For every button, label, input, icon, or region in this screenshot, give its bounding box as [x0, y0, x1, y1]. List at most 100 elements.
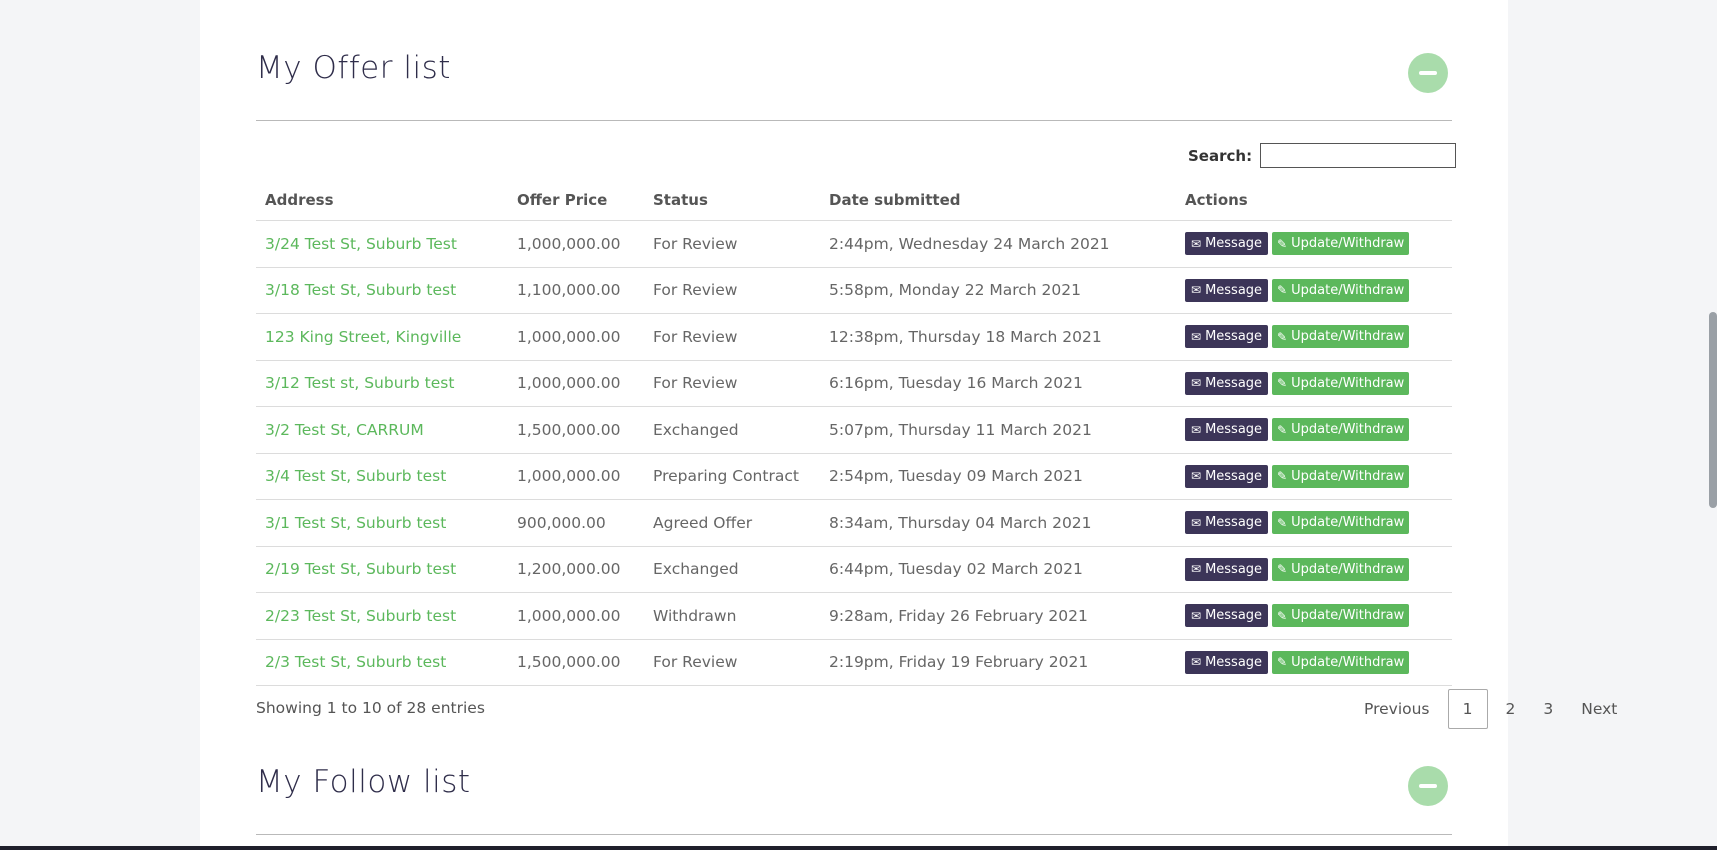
- update-withdraw-button[interactable]: ✎ Update/Withdraw: [1272, 232, 1410, 256]
- address-link[interactable]: 3/2 Test St, CARRUM: [265, 421, 424, 439]
- edit-icon: ✎: [1277, 515, 1288, 530]
- follow-list-collapse-button[interactable]: [1408, 766, 1448, 806]
- update-withdraw-button-label: Update/Withdraw: [1291, 561, 1405, 577]
- update-withdraw-button[interactable]: ✎ Update/Withdraw: [1272, 557, 1410, 581]
- column-header-offer-price[interactable]: Offer Price: [508, 180, 644, 221]
- message-button[interactable]: ✉ Message: [1185, 232, 1269, 256]
- column-header-status[interactable]: Status: [644, 180, 820, 221]
- status-cell: For Review: [644, 313, 820, 361]
- status-cell: Exchanged: [644, 406, 820, 454]
- edit-icon: ✎: [1277, 469, 1288, 484]
- update-withdraw-button[interactable]: ✎ Update/Withdraw: [1272, 371, 1410, 395]
- message-button[interactable]: ✉ Message: [1185, 371, 1269, 395]
- envelope-outline-icon: ✉: [1191, 236, 1202, 251]
- message-button-label: Message: [1205, 236, 1263, 252]
- content-panel: My Offer list Search: Address Offer Pric…: [200, 0, 1617, 850]
- status-cell: Withdrawn: [644, 592, 820, 640]
- message-button[interactable]: ✉ Message: [1185, 325, 1269, 349]
- table-header-row: Address Offer Price Status Date submitte…: [256, 180, 1452, 221]
- update-withdraw-button-label: Update/Withdraw: [1291, 329, 1405, 345]
- status-cell: For Review: [644, 220, 820, 268]
- message-button[interactable]: ✉ Message: [1185, 604, 1269, 628]
- minus-icon: [1419, 71, 1437, 75]
- offer-list-divider: [256, 120, 1452, 121]
- scrollbar-thumb[interactable]: [1709, 312, 1717, 508]
- address-link[interactable]: 2/19 Test St, Suburb test: [265, 560, 456, 578]
- address-link[interactable]: 3/4 Test St, Suburb test: [265, 467, 446, 485]
- date-submitted-cell: 12:38pm, Thursday 18 March 2021: [820, 313, 1176, 361]
- message-button-label: Message: [1205, 654, 1263, 670]
- update-withdraw-button[interactable]: ✎ Update/Withdraw: [1272, 418, 1410, 442]
- address-link[interactable]: 3/1 Test St, Suburb test: [265, 514, 446, 532]
- message-button[interactable]: ✉ Message: [1185, 511, 1269, 535]
- update-withdraw-button[interactable]: ✎ Update/Withdraw: [1272, 604, 1410, 628]
- update-withdraw-button[interactable]: ✎ Update/Withdraw: [1272, 464, 1410, 488]
- window-bottom-edge: [0, 846, 1717, 850]
- column-header-address[interactable]: Address: [256, 180, 508, 221]
- message-button[interactable]: ✉ Message: [1185, 278, 1269, 302]
- address-link[interactable]: 3/12 Test st, Suburb test: [265, 374, 454, 392]
- update-withdraw-button-label: Update/Withdraw: [1291, 608, 1405, 624]
- envelope-outline-icon: ✉: [1191, 329, 1202, 344]
- search-input[interactable]: [1260, 143, 1457, 168]
- pagination: Previous 1 2 3 Next: [1350, 689, 1631, 729]
- message-button-label: Message: [1205, 561, 1263, 577]
- address-link[interactable]: 123 King Street, Kingville: [265, 328, 461, 346]
- update-withdraw-button[interactable]: ✎ Update/Withdraw: [1272, 650, 1410, 674]
- status-cell: Preparing Contract: [644, 453, 820, 500]
- offer-price-cell: 900,000.00: [508, 499, 644, 547]
- pagination-next[interactable]: Next: [1567, 689, 1631, 729]
- actions-cell: ✉ Message ✎ Update/Withdraw: [1176, 592, 1452, 640]
- envelope-outline-icon: ✉: [1191, 655, 1202, 670]
- offer-price-cell: 1,000,000.00: [508, 453, 644, 500]
- pagination-page-3[interactable]: 3: [1529, 689, 1567, 729]
- date-submitted-cell: 9:28am, Friday 26 February 2021: [820, 592, 1176, 640]
- address-cell: 2/19 Test St, Suburb test: [256, 546, 508, 593]
- update-withdraw-button[interactable]: ✎ Update/Withdraw: [1272, 325, 1410, 349]
- address-cell: 2/23 Test St, Suburb test: [256, 592, 508, 640]
- message-button-label: Message: [1205, 468, 1263, 484]
- address-link[interactable]: 2/3 Test St, Suburb test: [265, 653, 446, 671]
- date-submitted-cell: 2:44pm, Wednesday 24 March 2021: [820, 220, 1176, 268]
- message-button[interactable]: ✉ Message: [1185, 418, 1269, 442]
- edit-icon: ✎: [1277, 236, 1288, 251]
- envelope-open-icon: ✉: [1191, 283, 1202, 298]
- pagination-previous[interactable]: Previous: [1350, 689, 1444, 729]
- date-submitted-cell: 8:34am, Thursday 04 March 2021: [820, 499, 1176, 547]
- actions-cell: ✉ Message ✎ Update/Withdraw: [1176, 453, 1452, 500]
- search-label: Search:: [1188, 146, 1253, 165]
- offer-list-collapse-button[interactable]: [1408, 53, 1448, 93]
- offer-list-title: My Offer list: [256, 50, 451, 86]
- actions-cell: ✉ Message ✎ Update/Withdraw: [1176, 639, 1452, 686]
- update-withdraw-button[interactable]: ✎ Update/Withdraw: [1272, 511, 1410, 535]
- message-button[interactable]: ✉ Message: [1185, 464, 1269, 488]
- edit-icon: ✎: [1277, 608, 1288, 623]
- address-link[interactable]: 3/24 Test St, Suburb Test: [265, 235, 457, 253]
- edit-icon: ✎: [1277, 376, 1288, 391]
- column-header-actions: Actions: [1176, 180, 1452, 221]
- message-button[interactable]: ✉ Message: [1185, 557, 1269, 581]
- column-header-date-submitted[interactable]: Date submitted: [820, 180, 1176, 221]
- actions-cell: ✉ Message ✎ Update/Withdraw: [1176, 313, 1452, 361]
- table-row: 2/3 Test St, Suburb test 1,500,000.00 For …: [256, 639, 1452, 686]
- message-button[interactable]: ✉ Message: [1185, 650, 1269, 674]
- table-row: 3/12 Test st, Suburb test 1,000,000.00 For…: [256, 360, 1452, 407]
- table-row: 3/4 Test St, Suburb test 1,000,000.00 Prep…: [256, 453, 1452, 500]
- actions-cell: ✉ Message ✎ Update/Withdraw: [1176, 546, 1452, 593]
- update-withdraw-button[interactable]: ✎ Update/Withdraw: [1272, 278, 1410, 302]
- message-button-label: Message: [1205, 375, 1263, 391]
- actions-cell: ✉ Message ✎ Update/Withdraw: [1176, 406, 1452, 454]
- table-row: 3/1 Test St, Suburb test 900,000.00 Agreed…: [256, 499, 1452, 547]
- status-cell: For Review: [644, 267, 820, 314]
- address-link[interactable]: 3/18 Test St, Suburb test: [265, 281, 456, 299]
- table-row: 3/18 Test St, Suburb test 1,100,000.00 For…: [256, 267, 1452, 314]
- address-link[interactable]: 2/23 Test St, Suburb test: [265, 607, 456, 625]
- pagination-page-1[interactable]: 1: [1447, 689, 1488, 729]
- table-row: 2/23 Test St, Suburb test 1,000,000.00 Wit…: [256, 592, 1452, 640]
- edit-icon: ✎: [1277, 422, 1288, 437]
- date-submitted-cell: 6:16pm, Tuesday 16 March 2021: [820, 360, 1176, 407]
- update-withdraw-button-label: Update/Withdraw: [1291, 468, 1405, 484]
- table-info: Showing 1 to 10 of 28 entries: [256, 699, 485, 717]
- follow-list-divider: [256, 834, 1452, 835]
- pagination-page-2[interactable]: 2: [1492, 689, 1530, 729]
